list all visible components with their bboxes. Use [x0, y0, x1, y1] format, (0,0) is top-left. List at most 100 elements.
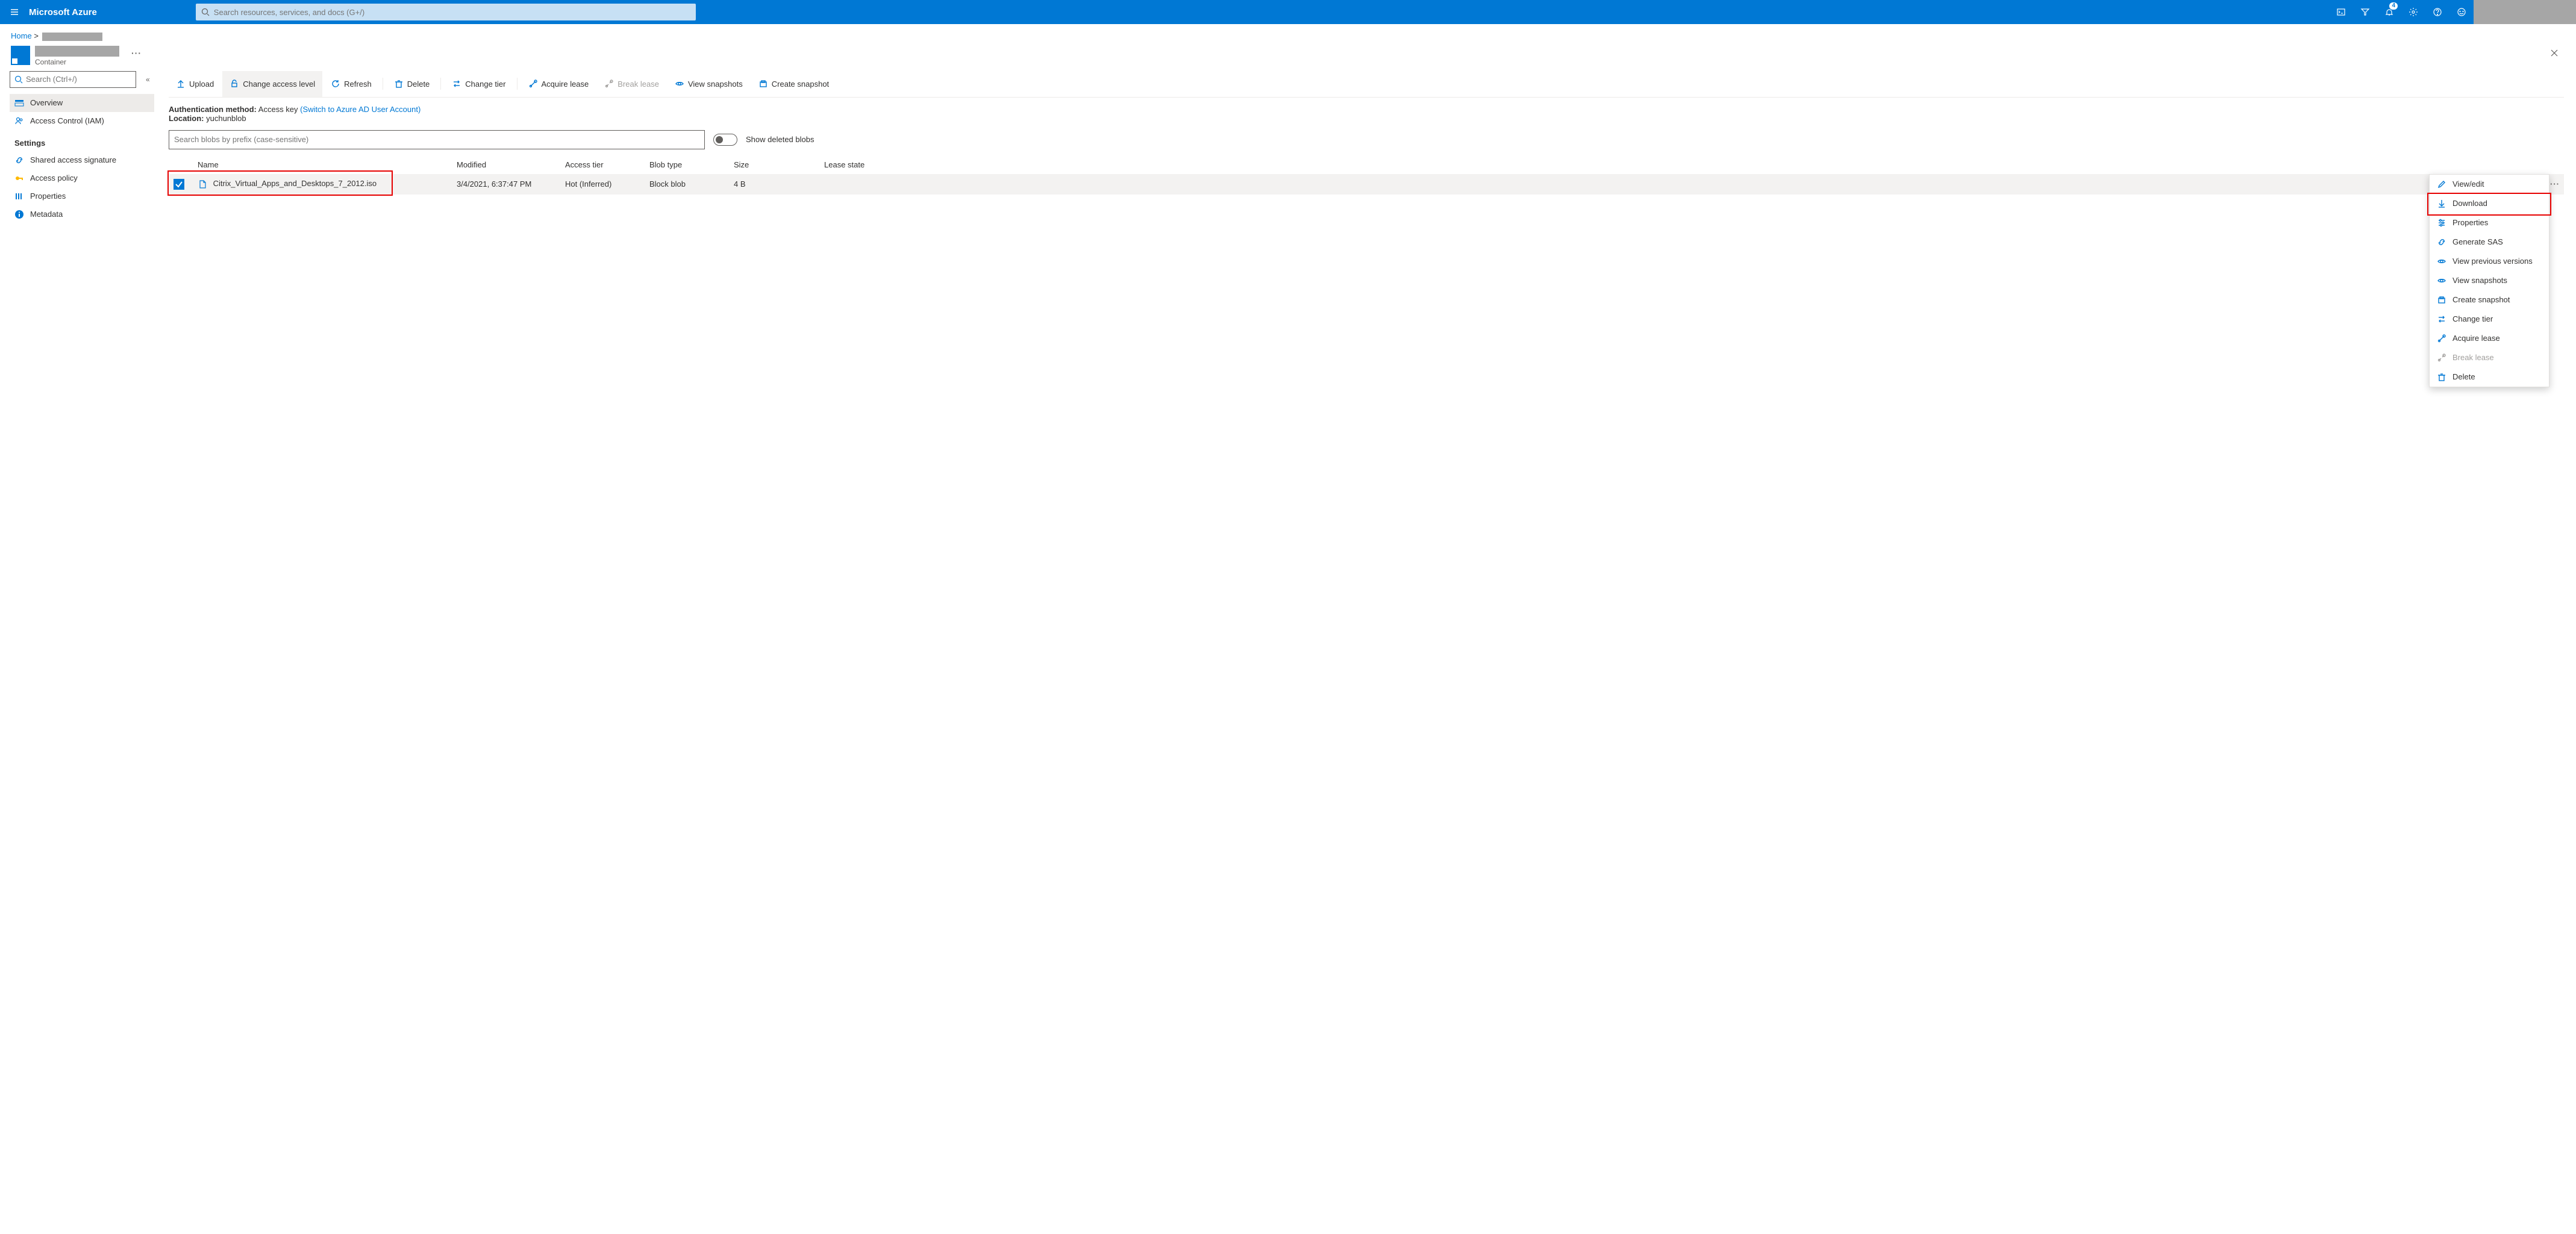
refresh-icon — [331, 79, 340, 89]
top-bar: Microsoft Azure 4 — [0, 0, 2576, 24]
properties-icon — [14, 192, 24, 201]
sidebar-item-properties[interactable]: Properties — [10, 187, 154, 205]
feedback-button[interactable] — [2449, 0, 2474, 24]
divider — [440, 78, 441, 90]
cloud-shell-button[interactable] — [2329, 0, 2353, 24]
col-name[interactable]: Name — [193, 160, 452, 169]
command-bar: Upload Change access level Refresh Delet… — [169, 71, 2564, 98]
blob-context-menu: View/edit Download Properties Generate S… — [2429, 174, 2549, 387]
ctx-download[interactable]: Download — [2430, 194, 2549, 213]
blob-prefix-search[interactable] — [169, 130, 705, 149]
sidebar-item-overview[interactable]: Overview — [10, 94, 154, 112]
eye-icon — [675, 79, 684, 89]
key-icon — [14, 173, 24, 183]
location-label: Location: — [169, 114, 204, 123]
ctx-acquire-lease[interactable]: Acquire lease — [2430, 329, 2549, 348]
brand-label: Microsoft Azure — [29, 7, 111, 17]
table-row[interactable]: Citrix_Virtual_Apps_and_Desktops_7_2012.… — [169, 174, 2564, 195]
cmd-create-snapshot[interactable]: Create snapshot — [751, 71, 836, 97]
sidebar-item-label: Access Control (IAM) — [30, 116, 104, 125]
cmd-view-snapshots[interactable]: View snapshots — [667, 71, 750, 97]
break-lease-icon — [2437, 353, 2446, 363]
pencil-icon — [2437, 179, 2446, 189]
people-icon — [14, 116, 24, 126]
sidebar-item-label: Overview — [30, 98, 63, 107]
global-search[interactable] — [196, 4, 696, 20]
row-checkbox[interactable] — [174, 179, 184, 190]
cmd-change-access-level[interactable]: Change access level — [222, 71, 322, 97]
col-type[interactable]: Blob type — [645, 160, 729, 169]
sidebar-item-access-policy[interactable]: Access policy — [10, 169, 154, 187]
col-modified[interactable]: Modified — [452, 160, 560, 169]
sidebar-item-metadata[interactable]: Metadata — [10, 205, 154, 223]
blob-tier: Hot (Inferred) — [560, 179, 645, 189]
main-content: Upload Change access level Refresh Delet… — [157, 71, 2576, 223]
eye-icon — [2437, 257, 2446, 266]
download-icon — [2437, 199, 2446, 208]
close-button[interactable] — [2543, 46, 2565, 63]
location-value: yuchunblob — [206, 114, 246, 123]
col-lease[interactable]: Lease state — [819, 160, 916, 169]
ctx-generate-sas[interactable]: Generate SAS — [2430, 232, 2549, 252]
breadcrumb: Home > — [0, 24, 2576, 43]
sliders-icon — [2437, 218, 2446, 228]
container-icon — [11, 46, 30, 65]
sidebar-item-access-control[interactable]: Access Control (IAM) — [10, 112, 154, 130]
account-area-redacted — [2474, 0, 2576, 24]
auth-method-label: Authentication method: — [169, 105, 257, 114]
ctx-properties[interactable]: Properties — [2430, 213, 2549, 232]
ctx-view-snapshots[interactable]: View snapshots — [2430, 271, 2549, 290]
ctx-delete[interactable]: Delete — [2430, 367, 2549, 387]
settings-button[interactable] — [2401, 0, 2425, 24]
cmd-refresh[interactable]: Refresh — [324, 71, 379, 97]
filter-row: Show deleted blobs — [169, 130, 2564, 149]
global-search-input[interactable] — [214, 8, 691, 17]
ctx-break-lease: Break lease — [2430, 348, 2549, 367]
sidebar-item-label: Properties — [30, 192, 66, 201]
switch-auth-link[interactable]: (Switch to Azure AD User Account) — [300, 105, 420, 114]
file-icon — [198, 179, 207, 189]
breadcrumb-separator: > — [34, 31, 40, 40]
cmd-acquire-lease[interactable]: Acquire lease — [521, 71, 596, 97]
sidebar-search-input[interactable] — [26, 75, 132, 84]
blob-modified: 3/4/2021, 6:37:47 PM — [452, 179, 560, 189]
sidebar-heading-settings: Settings — [10, 130, 154, 151]
collapse-sidebar-button[interactable]: « — [146, 75, 150, 84]
sidebar-item-sas[interactable]: Shared access signature — [10, 151, 154, 169]
header-more-button[interactable]: ··· — [131, 46, 142, 58]
ctx-view-edit[interactable]: View/edit — [2430, 175, 2549, 194]
sidebar-item-label: Access policy — [30, 173, 78, 182]
col-size[interactable]: Size — [729, 160, 819, 169]
cmd-delete[interactable]: Delete — [387, 71, 437, 97]
ctx-view-previous-versions[interactable]: View previous versions — [2430, 252, 2549, 271]
search-icon — [201, 7, 210, 17]
cmd-change-tier[interactable]: Change tier — [445, 71, 513, 97]
hamburger-button[interactable] — [0, 7, 29, 17]
sidebar-search[interactable] — [10, 71, 136, 88]
auth-method-value: Access key — [258, 105, 298, 114]
lock-icon — [230, 79, 239, 89]
sidebar-item-label: Metadata — [30, 210, 63, 219]
container-name-redacted — [35, 46, 119, 57]
trash-icon — [394, 79, 404, 89]
ctx-create-snapshot[interactable]: Create snapshot — [2430, 290, 2549, 310]
eye-icon — [2437, 276, 2446, 285]
notifications-button[interactable]: 4 — [2377, 0, 2401, 24]
blobs-table: Name Modified Access tier Blob type Size… — [169, 155, 2564, 195]
page-subtitle: Container — [35, 58, 119, 66]
show-deleted-label: Show deleted blobs — [746, 135, 814, 144]
notification-badge: 4 — [2389, 2, 2398, 10]
cmd-upload[interactable]: Upload — [169, 71, 221, 97]
directory-filter-button[interactable] — [2353, 0, 2377, 24]
swap-icon — [452, 79, 461, 89]
show-deleted-toggle[interactable] — [713, 134, 737, 146]
col-tier[interactable]: Access tier — [560, 160, 645, 169]
breadcrumb-home[interactable]: Home — [11, 31, 32, 40]
info-icon — [14, 210, 24, 219]
ctx-change-tier[interactable]: Change tier — [2430, 310, 2549, 329]
lease-icon — [2437, 334, 2446, 343]
link-icon — [2437, 237, 2446, 247]
trash-icon — [2437, 372, 2446, 382]
lease-icon — [528, 79, 538, 89]
help-button[interactable] — [2425, 0, 2449, 24]
